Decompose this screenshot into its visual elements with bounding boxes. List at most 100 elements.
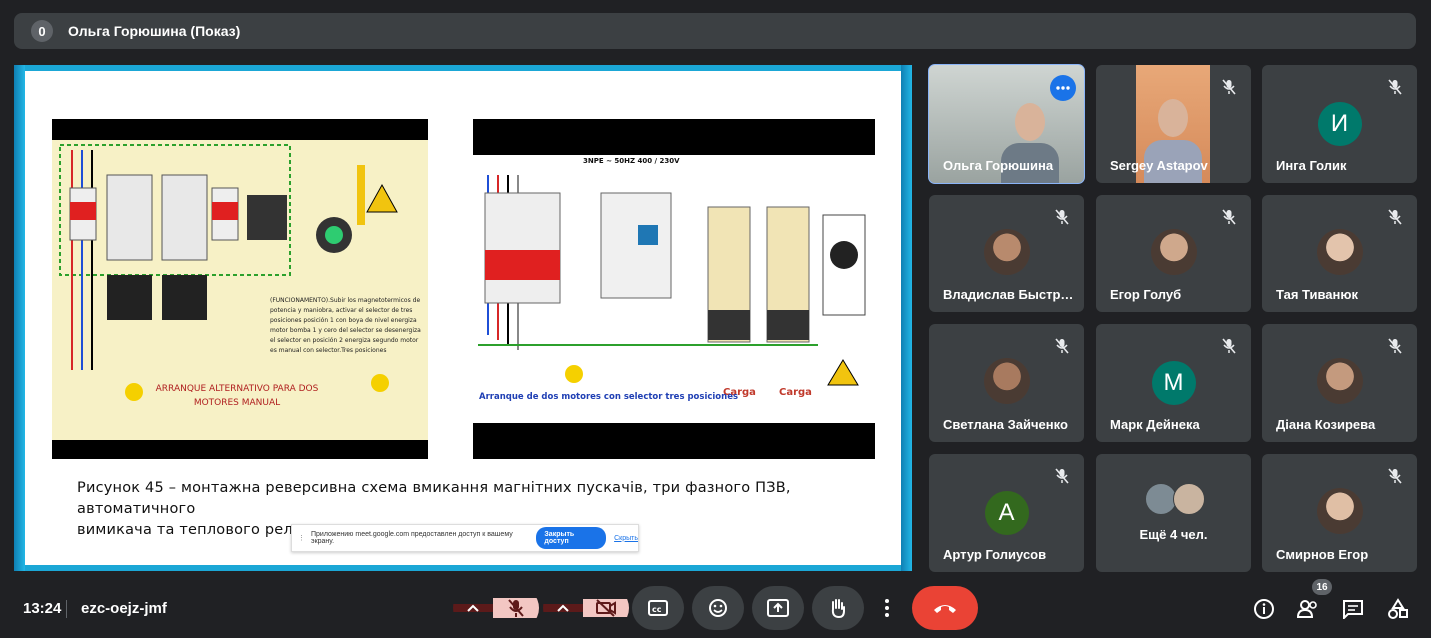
mic-muted-icon xyxy=(1383,75,1407,99)
mic-muted-icon xyxy=(1050,464,1074,488)
presenter-count-badge: 0 xyxy=(31,20,53,42)
mic-muted-icon xyxy=(1383,464,1407,488)
mic-muted-icon xyxy=(1383,205,1407,229)
participant-name: Sergey Astapov xyxy=(1110,158,1208,173)
activities-button[interactable] xyxy=(1385,596,1411,622)
tile-options-button[interactable] xyxy=(1050,75,1076,101)
participant-name: Діана Козирева xyxy=(1276,417,1376,432)
participant-name: Артур Голиусов xyxy=(943,547,1047,562)
notice-text: Приложению meet.google.com предоставлен … xyxy=(311,531,513,545)
divider xyxy=(66,600,67,618)
mic-muted-icon xyxy=(1217,334,1241,358)
hand-icon xyxy=(831,599,845,619)
presentation-view: (FUNCIONAMENTO).Subir los magnetotermico… xyxy=(14,65,912,571)
participant-tile[interactable]: Діана Козирева xyxy=(1262,324,1417,442)
avatar xyxy=(1150,229,1197,275)
meeting-details-button[interactable] xyxy=(1251,596,1277,622)
participant-tile[interactable]: Тая Тиванюк xyxy=(1262,195,1417,312)
svg-text:posiciones posición 1 con boya: posiciones posición 1 con boya de nivel … xyxy=(270,317,417,324)
avatar: А xyxy=(984,491,1029,535)
svg-text:el selector en posición 2 ener: el selector en posición 2 energiza segun… xyxy=(270,337,419,344)
emoji-icon xyxy=(709,599,727,617)
participant-name: Тая Тиванюк xyxy=(1276,287,1358,302)
mic-off-icon xyxy=(508,599,524,617)
more-horiz-icon xyxy=(1056,86,1070,90)
left-diagram-title: ARRANQUE ALTERNATIVO PARA DOS MOTORES MA… xyxy=(155,384,319,408)
figure-caption-line-1: Рисунок 45 – монтажна реверсивна схема в… xyxy=(77,480,791,517)
participant-count-badge: 16 xyxy=(1312,579,1332,595)
participant-tile[interactable]: Ольга Горюшина xyxy=(928,64,1085,184)
mic-toggle-button[interactable] xyxy=(493,598,539,618)
avatar xyxy=(1173,483,1205,515)
avatar xyxy=(1316,229,1363,275)
slide-border-right xyxy=(901,65,912,571)
avatar xyxy=(983,229,1030,275)
screen-share-notice: ⋮ Приложению meet.google.com предоставле… xyxy=(291,524,639,552)
participant-name: Марк Дейнека xyxy=(1110,417,1200,432)
mic-options-button[interactable] xyxy=(453,604,493,612)
info-icon xyxy=(1254,599,1274,619)
clock: 13:24 xyxy=(23,600,62,617)
people-button[interactable] xyxy=(1295,596,1321,622)
present-screen-icon xyxy=(767,599,789,617)
captions-button[interactable]: cc xyxy=(632,586,684,630)
participant-tile[interactable]: И Инга Голик xyxy=(1262,65,1417,183)
camera-toggle-button[interactable] xyxy=(583,599,629,617)
present-button[interactable] xyxy=(752,586,804,630)
participant-tile[interactable]: М Марк Дейнека xyxy=(1096,324,1251,442)
mic-muted-icon xyxy=(1383,334,1407,358)
participant-tile[interactable]: Светлана Зайченко xyxy=(929,324,1084,442)
right-diagram-title: Arranque de dos motores con selector tre… xyxy=(479,392,739,402)
participant-tile[interactable]: А Артур Голиусов xyxy=(929,454,1084,572)
chevron-up-icon xyxy=(467,604,479,612)
activities-icon xyxy=(1388,598,1408,619)
wiring-diagram-left: (FUNCIONAMENTO).Subir los magnetotermico… xyxy=(52,119,428,459)
mic-control xyxy=(453,586,539,630)
leave-call-button[interactable] xyxy=(912,586,978,630)
camera-options-button[interactable] xyxy=(543,604,583,612)
avatar: И xyxy=(1317,102,1362,146)
presenter-title: Ольга Горюшина (Показ) xyxy=(68,23,241,39)
stop-sharing-button[interactable]: Закрыть доступ xyxy=(536,527,607,549)
slide: (FUNCIONAMENTO).Subir los magnetotermico… xyxy=(25,71,901,565)
wiring-diagram-right-art: Carga Carga xyxy=(478,175,866,398)
chat-button[interactable] xyxy=(1340,596,1366,622)
avatar xyxy=(983,358,1030,404)
svg-text:motor bomba 1 y cero del selec: motor bomba 1 y cero del selector se des… xyxy=(270,327,421,334)
participant-tile[interactable]: Владислав Быстр… xyxy=(929,195,1084,312)
svg-text:cc: cc xyxy=(652,605,662,614)
more-options-button[interactable] xyxy=(872,586,902,630)
person-silhouette xyxy=(1015,103,1045,141)
participant-name: Егор Голуб xyxy=(1110,287,1182,302)
svg-text:potencia y maniobra, activar e: potencia y maniobra, activar el selector… xyxy=(270,307,412,314)
raise-hand-button[interactable] xyxy=(812,586,864,630)
participant-tile[interactable]: Смирнов Егор xyxy=(1262,454,1417,572)
svg-text:es manual con selector.Tres po: es manual con selector.Tres posiciones xyxy=(270,347,386,354)
wiring-diagram-right: Carga Carga 3NPE ~ 50HZ 400 / 230V Arran… xyxy=(473,119,875,459)
presenter-bar: 0 Ольга Горюшина (Показ) xyxy=(14,13,1416,49)
slide-border-left xyxy=(14,65,25,571)
meeting-code: ezc-oejz-jmf xyxy=(81,600,167,617)
notice-icon: ⋮ xyxy=(298,535,305,542)
people-icon xyxy=(1296,600,1317,618)
camera-off-icon xyxy=(596,599,616,617)
avatar xyxy=(1316,488,1363,534)
participant-name: Ещё 4 чел. xyxy=(1139,527,1208,542)
captions-icon: cc xyxy=(648,600,668,616)
participant-name: Смирнов Егор xyxy=(1276,547,1369,562)
chat-icon xyxy=(1343,600,1363,619)
reactions-button[interactable] xyxy=(692,586,744,630)
participant-tile[interactable]: Ещё 4 чел. xyxy=(1096,454,1251,572)
mic-muted-icon xyxy=(1050,334,1074,358)
person-silhouette xyxy=(1158,99,1188,137)
hide-notice-link[interactable]: Скрыть xyxy=(614,535,638,542)
participant-tile[interactable]: Егор Голуб xyxy=(1096,195,1251,312)
camera-control xyxy=(543,586,629,630)
chevron-up-icon xyxy=(557,604,569,612)
participant-tile[interactable]: Sergey Astapov xyxy=(1096,65,1251,183)
right-diagram-header: 3NPE ~ 50HZ 400 / 230V xyxy=(583,157,680,165)
svg-text:Carga: Carga xyxy=(779,387,812,398)
participant-name: Ольга Горюшина xyxy=(943,158,1054,173)
avatar: М xyxy=(1151,361,1196,405)
hang-up-icon xyxy=(934,605,956,613)
